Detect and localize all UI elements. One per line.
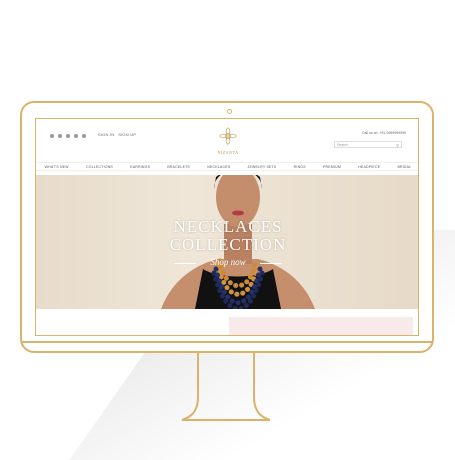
shop-now-link[interactable]: Shop now (36, 257, 418, 267)
hero-banner[interactable]: NECKLACES COLLECTION Shop now (36, 175, 418, 309)
sign-in-link[interactable]: SIGN IN (98, 132, 114, 137)
instagram-icon[interactable] (66, 134, 70, 138)
search-input[interactable]: Search ⚲ (334, 141, 402, 148)
camera-icon (227, 109, 232, 114)
social-icons (50, 134, 86, 138)
hero-title-line2: COLLECTION (169, 235, 287, 254)
pinterest-icon[interactable] (74, 134, 78, 138)
monitor-stand (178, 352, 274, 422)
nav-item-bracelets[interactable]: BRACELETS (167, 165, 190, 169)
monitor-chin (22, 341, 432, 343)
mandala-logo-icon (219, 127, 237, 145)
nav-item-bridal[interactable]: BRIDAL (397, 165, 411, 169)
site-logo[interactable]: NIZANTA (214, 127, 242, 155)
facebook-icon[interactable] (50, 134, 54, 138)
site-header: SIGN IN SIGN UP NIZANTA Call us on: +91-… (36, 119, 418, 171)
monitor-frame: SIGN IN SIGN UP NIZANTA Call us on: +91-… (20, 101, 434, 353)
hero-title-line1: NECKLACES (173, 217, 283, 236)
twitter-icon[interactable] (58, 134, 62, 138)
nav-item-necklaces[interactable]: NECKLACES (207, 165, 230, 169)
search-placeholder: Search (337, 143, 349, 147)
nav-item-earrings[interactable]: EARRINGS (130, 165, 150, 169)
sign-up-link[interactable]: SIGN UP (118, 132, 136, 137)
contact-info: Call us on: +91-9999999999 (361, 131, 406, 135)
nav-item-whats-new[interactable]: WHAT'S NEW (45, 165, 69, 169)
nav-item-premium[interactable]: PREMIUM (323, 165, 341, 169)
cta-divider-right (260, 263, 282, 264)
nav-item-headpiece[interactable]: HEADPIECE (358, 165, 380, 169)
website-screen: SIGN IN SIGN UP NIZANTA Call us on: +91-… (35, 118, 419, 336)
nav-item-jewelry-sets[interactable]: JEWELRY SETS (248, 165, 277, 169)
logo-text: NIZANTA (217, 150, 239, 155)
account-links: SIGN IN SIGN UP (98, 132, 136, 137)
nav-item-collections[interactable]: COLLECTIONS (86, 165, 113, 169)
promo-banner[interactable] (229, 317, 413, 335)
main-nav: WHAT'S NEW COLLECTIONS EARRINGS BRACELET… (36, 162, 418, 171)
google-plus-icon[interactable] (82, 134, 86, 138)
search-icon[interactable]: ⚲ (396, 143, 399, 148)
nav-item-rings[interactable]: RINGS (294, 165, 306, 169)
